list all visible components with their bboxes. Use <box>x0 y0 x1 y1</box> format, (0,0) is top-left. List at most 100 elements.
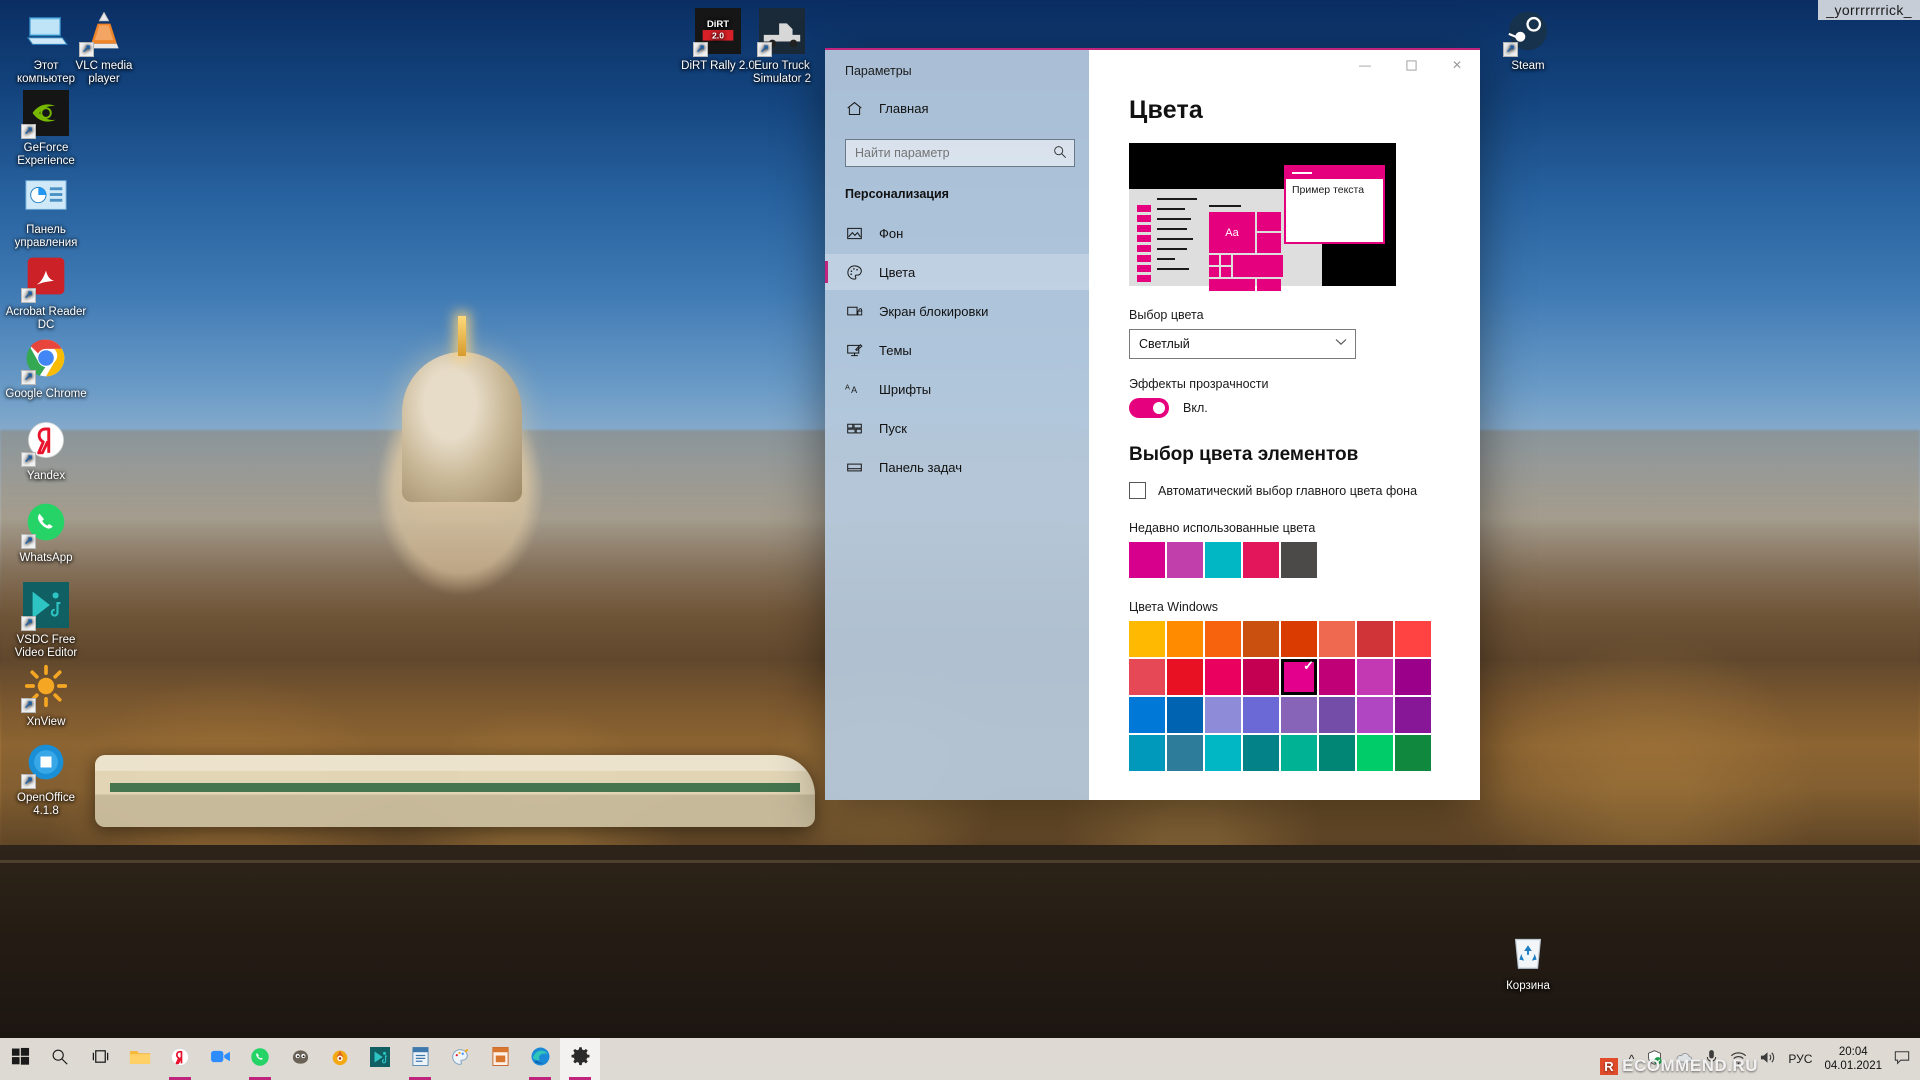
tray-expand-chevron-icon[interactable]: ^ <box>1629 1052 1635 1066</box>
task-view-button[interactable] <box>80 1038 120 1080</box>
desktop-icon-recycle-bin[interactable]: Корзина <box>1486 928 1570 993</box>
windows-color-swatch[interactable] <box>1129 659 1165 695</box>
transparency-toggle[interactable] <box>1129 398 1169 418</box>
openoffice-writer-button[interactable] <box>400 1038 440 1080</box>
edge-button[interactable] <box>520 1038 560 1080</box>
taskbar-buttons <box>0 1038 600 1080</box>
start-button[interactable] <box>0 1038 40 1080</box>
windows-color-swatch[interactable] <box>1243 621 1279 657</box>
windows-color-swatch[interactable] <box>1395 621 1431 657</box>
windows-color-swatch[interactable] <box>1205 621 1241 657</box>
desktop-icon-acrobat-reader-dc[interactable]: Acrobat Reader DC <box>4 254 88 332</box>
file-explorer-button[interactable] <box>120 1038 160 1080</box>
onedrive-icon[interactable] <box>1675 1051 1693 1068</box>
close-button[interactable]: ✕ <box>1434 50 1480 80</box>
windows-color-swatch[interactable] <box>1395 697 1431 733</box>
windows-color-swatch[interactable] <box>1243 659 1279 695</box>
windows-color-swatch[interactable] <box>1167 697 1203 733</box>
maximize-button[interactable] <box>1388 50 1434 80</box>
desktop-icon-vlc-media-player[interactable]: VLC media player <box>62 8 146 86</box>
auto-accent-label: Автоматический выбор главного цвета фона <box>1158 483 1418 498</box>
sidebar-item-taskbar[interactable]: Панель задач <box>825 449 1089 485</box>
windows-color-swatch[interactable] <box>1281 697 1317 733</box>
yandex-button[interactable] <box>160 1038 200 1080</box>
windows-color-swatch[interactable] <box>1281 621 1317 657</box>
sidebar-item-lock-screen[interactable]: Экран блокировки <box>825 293 1089 329</box>
microphone-icon[interactable] <box>1705 1049 1718 1069</box>
shortcut-overlay-icon <box>21 616 36 631</box>
defender-icon[interactable] <box>1646 1049 1663 1069</box>
windows-color-swatch[interactable] <box>1319 735 1355 771</box>
windows-color-swatch[interactable] <box>1357 659 1393 695</box>
desktop-icon-steam[interactable]: Steam <box>1486 8 1570 73</box>
paint-button[interactable] <box>440 1038 480 1080</box>
desktop-icon-google-chrome[interactable]: Google Chrome <box>4 336 88 401</box>
windows-color-swatch[interactable] <box>1167 735 1203 771</box>
windows-color-swatch[interactable] <box>1205 697 1241 733</box>
language-indicator[interactable]: РУС <box>1788 1052 1812 1066</box>
clock[interactable]: 20:04 04.01.2021 <box>1824 1045 1882 1073</box>
sidebar-item-colors[interactable]: Цвета <box>825 254 1089 290</box>
windows-color-swatch[interactable] <box>1281 735 1317 771</box>
volume-icon[interactable] <box>1759 1050 1776 1068</box>
desktop-icon-openoffice[interactable]: OpenOffice 4.1.8 <box>4 740 88 818</box>
recent-color-swatch[interactable] <box>1205 542 1241 578</box>
windows-color-swatch[interactable] <box>1357 621 1393 657</box>
windows-colors-label: Цвета Windows <box>1129 600 1219 614</box>
desktop-icon-label: Steam <box>1511 60 1545 72</box>
windows-color-swatch[interactable] <box>1167 621 1203 657</box>
windows-color-swatch[interactable] <box>1243 697 1279 733</box>
desktop-icon-geforce-experience[interactable]: GeForce Experience <box>4 90 88 168</box>
sidebar-item-fonts[interactable]: A A Шрифты <box>825 371 1089 407</box>
desktop-icon-vsdc-free-video-editor[interactable]: VSDC Free Video Editor <box>4 582 88 660</box>
whatsapp-button[interactable] <box>240 1038 280 1080</box>
windows-color-swatch[interactable] <box>1395 735 1431 771</box>
windows-color-swatch[interactable] <box>1281 658 1317 695</box>
windows-color-swatch[interactable] <box>1129 697 1165 733</box>
windows-color-swatch[interactable] <box>1395 659 1431 695</box>
search-button[interactable] <box>40 1038 80 1080</box>
sidebar-item-home[interactable]: Главная <box>825 90 1089 126</box>
windows-color-swatch[interactable] <box>1357 697 1393 733</box>
windows-color-swatch[interactable] <box>1129 735 1165 771</box>
wifi-icon[interactable] <box>1730 1051 1747 1068</box>
minimize-button[interactable]: — <box>1342 50 1388 80</box>
color-mode-select[interactable]: Светлый <box>1129 329 1356 359</box>
gimp-button[interactable] <box>280 1038 320 1080</box>
openoffice-impress-button[interactable] <box>480 1038 520 1080</box>
color-choice-label: Выбор цвета <box>1129 308 1204 322</box>
windows-color-swatch[interactable] <box>1319 659 1355 695</box>
desktop-icon-control-panel[interactable]: Панель управления <box>4 172 88 250</box>
desktop-icon-euro-truck-simulator-2[interactable]: Euro Truck Simulator 2 <box>740 8 824 86</box>
desktop-icon-whatsapp[interactable]: WhatsApp <box>4 500 88 565</box>
settings-window[interactable]: Параметры Главная Персонализация Фон Цвет… <box>825 48 1480 800</box>
sidebar-item-themes[interactable]: Темы <box>825 332 1089 368</box>
notification-icon[interactable] <box>1894 1050 1910 1068</box>
desktop-icon-yandex[interactable]: Yandex <box>4 418 88 483</box>
windows-color-swatch[interactable] <box>1129 621 1165 657</box>
windows-color-swatch[interactable] <box>1205 659 1241 695</box>
windows-color-swatch[interactable] <box>1319 621 1355 657</box>
taskbar[interactable]: ^ РУС 20:04 04.01.2021 <box>0 1038 1920 1080</box>
desktop-icon-xnview[interactable]: XnView <box>4 664 88 729</box>
zoom-button[interactable] <box>200 1038 240 1080</box>
recent-color-swatch[interactable] <box>1129 542 1165 578</box>
windows-color-swatch[interactable] <box>1205 735 1241 771</box>
windows-color-swatch[interactable] <box>1243 735 1279 771</box>
krita-button[interactable] <box>320 1038 360 1080</box>
sidebar-item-label: Фон <box>879 225 904 241</box>
search-input[interactable] <box>845 139 1075 167</box>
window-titlebar[interactable]: — ✕ <box>1089 50 1480 84</box>
windows-color-swatch[interactable] <box>1357 735 1393 771</box>
recent-color-swatch[interactable] <box>1167 542 1203 578</box>
sidebar-item-start[interactable]: Пуск <box>825 410 1089 446</box>
windows-color-swatch[interactable] <box>1319 697 1355 733</box>
sidebar-item-background[interactable]: Фон <box>825 215 1089 251</box>
settings-button[interactable] <box>560 1038 600 1080</box>
recent-color-swatch[interactable] <box>1243 542 1279 578</box>
vsdc-button[interactable] <box>360 1038 400 1080</box>
auto-accent-checkbox[interactable] <box>1129 482 1146 499</box>
recent-color-swatch[interactable] <box>1281 542 1317 578</box>
auto-accent-row[interactable]: Автоматический выбор главного цвета фона <box>1129 482 1480 499</box>
windows-color-swatch[interactable] <box>1167 659 1203 695</box>
